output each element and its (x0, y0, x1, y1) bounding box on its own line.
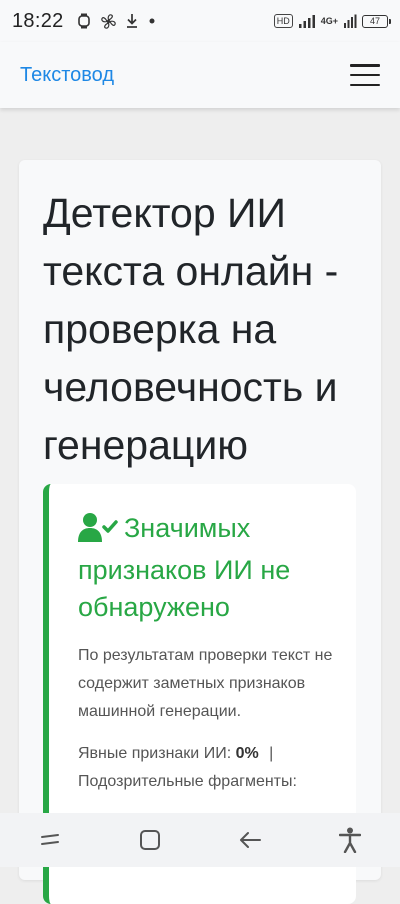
brand-link[interactable]: Текстовод (20, 64, 114, 87)
main-card: Детектор ИИ текста онлайн - проверка на … (19, 160, 381, 904)
back-icon[interactable] (230, 820, 270, 860)
system-nav-bar (0, 813, 400, 867)
home-icon[interactable] (130, 820, 170, 860)
hamburger-icon[interactable] (350, 64, 380, 86)
fan-icon (100, 13, 117, 30)
status-notification-icons (76, 13, 157, 30)
result-stats: Явные признаки ИИ: 0% | Подозрительные ф… (78, 740, 344, 796)
status-bar: 18:22 HD 4G+ 47 (0, 0, 400, 42)
hamburger-line (350, 83, 380, 86)
download-icon (125, 13, 139, 29)
network-type: 4G+ (320, 15, 338, 26)
signal-icon-2 (343, 14, 357, 29)
hd-badge: HD (273, 14, 293, 28)
user-check-icon (78, 512, 118, 552)
explicit-value: 0% (235, 745, 259, 762)
suspicious-label: Подозрительные фрагменты: (78, 773, 297, 790)
status-time: 18:22 (12, 9, 64, 32)
navbar: Текстовод (0, 42, 400, 108)
accessibility-icon[interactable] (330, 820, 370, 860)
result-description: По результатам проверки текст не содержи… (78, 647, 333, 720)
hamburger-line (350, 64, 380, 67)
stats-separator: | (269, 745, 274, 762)
dot-icon (147, 16, 157, 26)
page-title: Детектор ИИ текста онлайн - проверка на … (43, 190, 339, 468)
hamburger-line (350, 73, 380, 77)
battery-level: 47 (369, 15, 380, 26)
recents-icon[interactable] (30, 820, 70, 860)
watch-icon (76, 13, 92, 29)
battery-icon: 47 (362, 14, 391, 28)
result-heading: Значимых признаков ИИ не обнаружено (78, 510, 344, 626)
status-system-icons: HD 4G+ 47 (273, 14, 391, 29)
explicit-label: Явные признаки ИИ: (78, 745, 232, 762)
signal-icon (298, 14, 316, 29)
